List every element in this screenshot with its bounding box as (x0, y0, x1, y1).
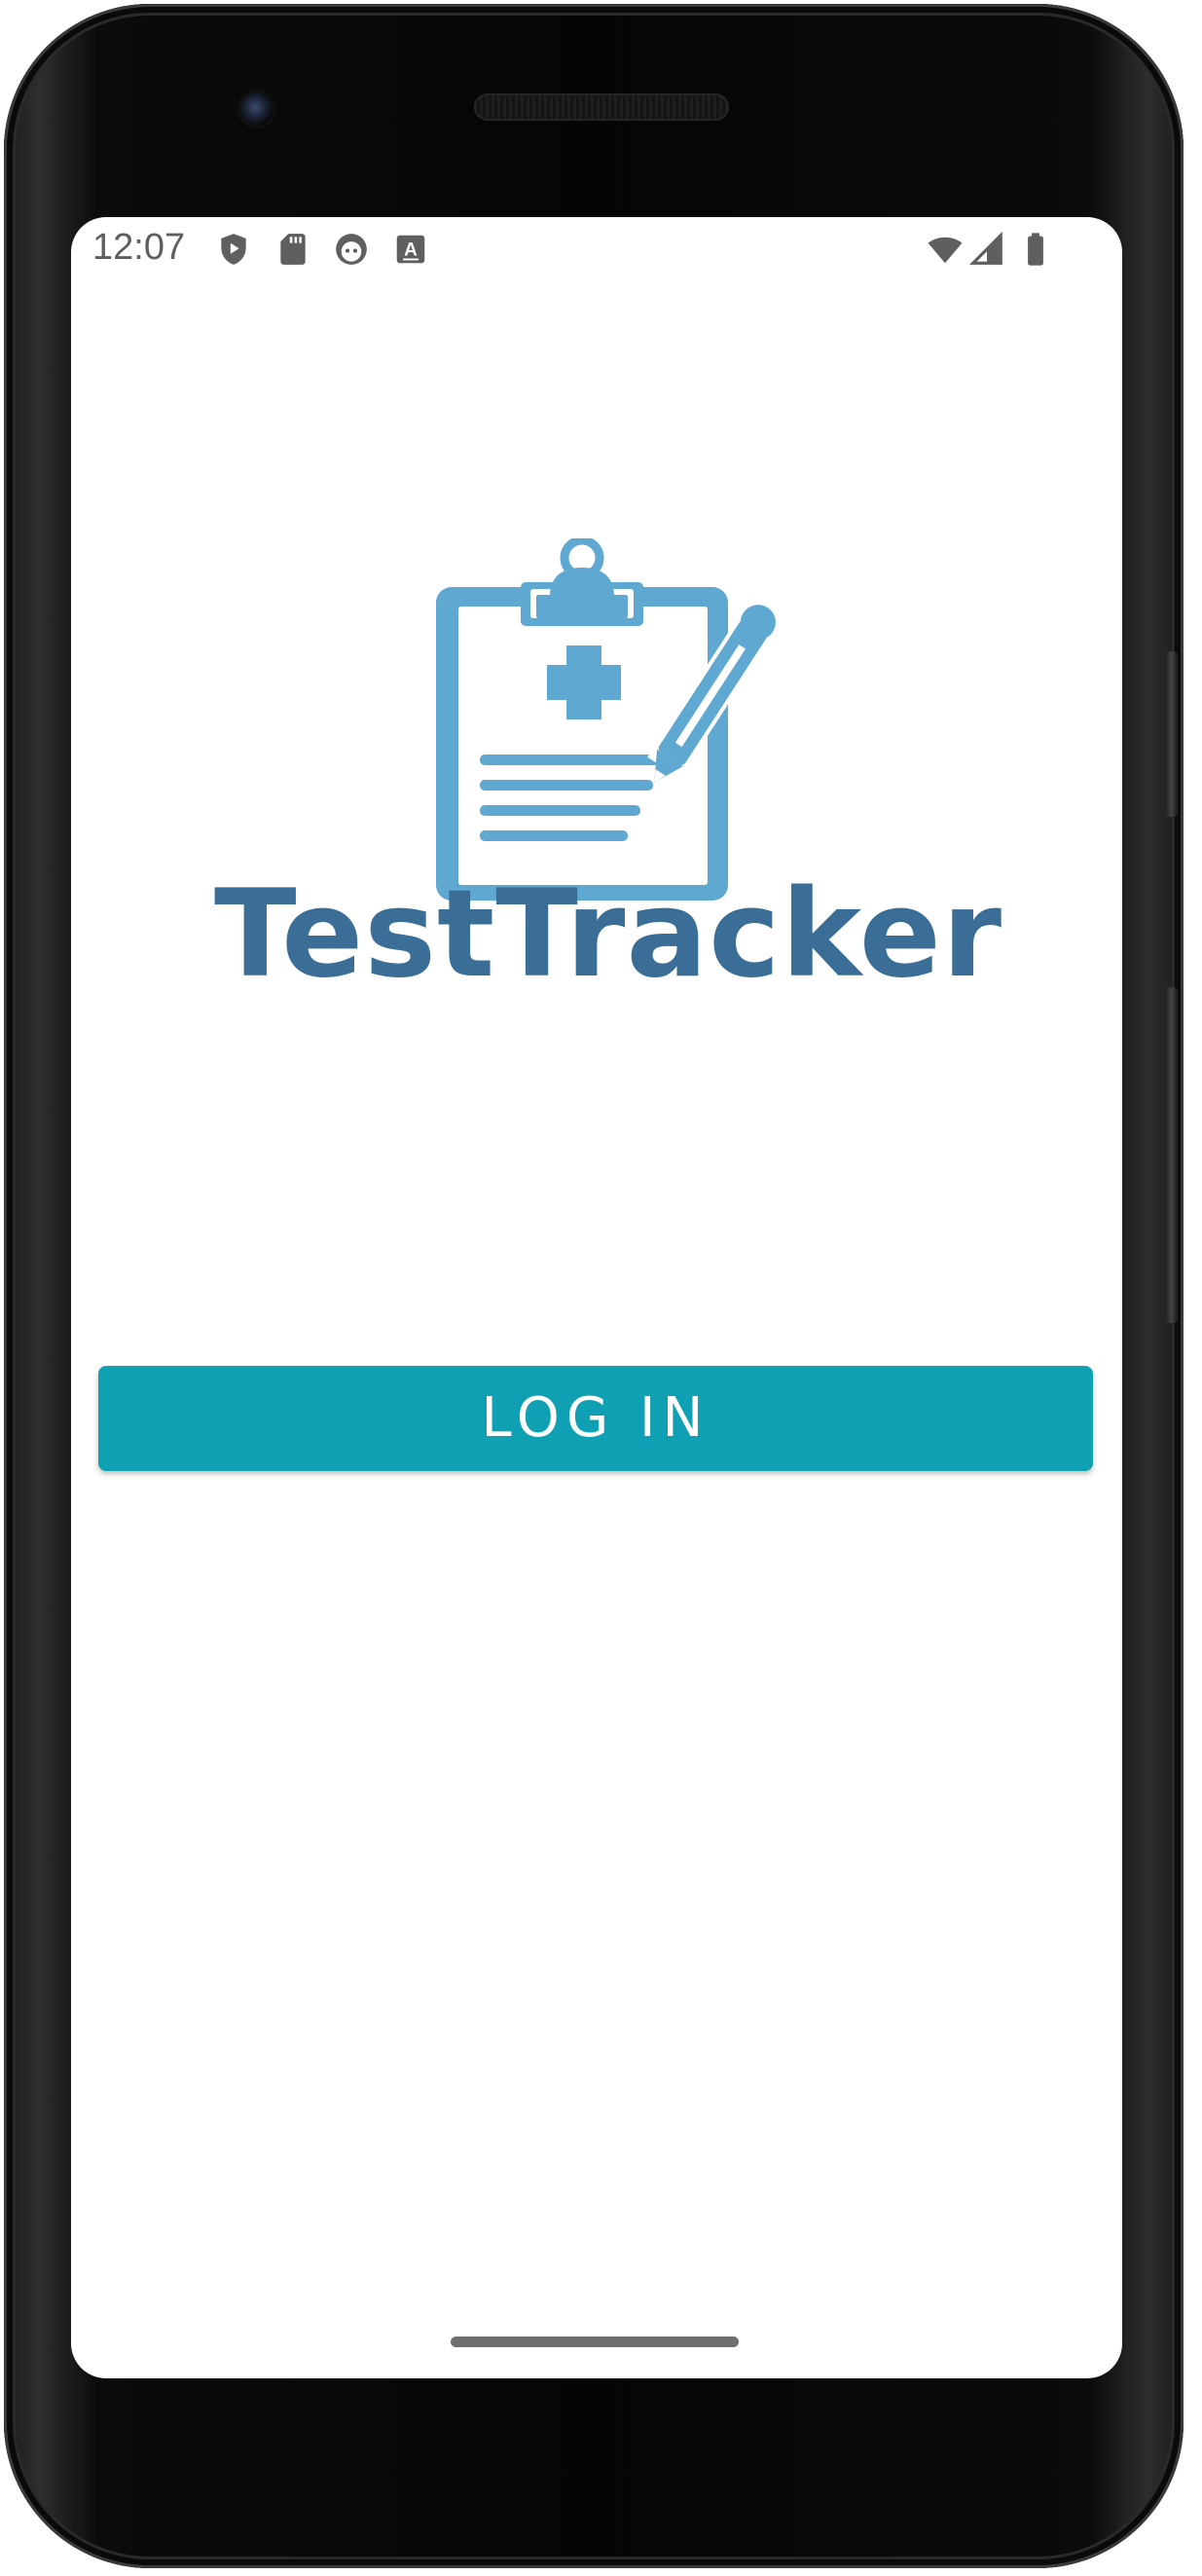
app-screen: 12:07 A TestTracker LOG IN (71, 217, 1122, 2378)
home-indicator[interactable] (451, 2337, 739, 2347)
wifi-icon (924, 231, 966, 268)
app-logo: TestTracker (207, 538, 1002, 1005)
clipboard-medical-pencil-icon (436, 538, 776, 901)
volume-button (1165, 651, 1179, 817)
front-camera (240, 92, 273, 126)
battery-icon (1017, 231, 1054, 268)
svg-text:A: A (404, 239, 418, 260)
status-time: 12:07 (92, 227, 186, 268)
cell-signal-icon (968, 231, 1005, 268)
android-face-icon (333, 231, 370, 268)
keyboard-a-icon: A (392, 231, 429, 268)
phone-frame: 12:07 A TestTracker LOG IN (4, 4, 1184, 2568)
power-button (1165, 987, 1179, 1323)
app-name: TestTracker (214, 865, 1002, 1005)
login-button[interactable]: LOG IN (98, 1366, 1093, 1471)
status-bar: 12:07 A (71, 217, 1122, 285)
sd-card-icon (274, 231, 311, 268)
earpiece-speaker (474, 93, 729, 121)
shield-play-icon (215, 231, 252, 268)
